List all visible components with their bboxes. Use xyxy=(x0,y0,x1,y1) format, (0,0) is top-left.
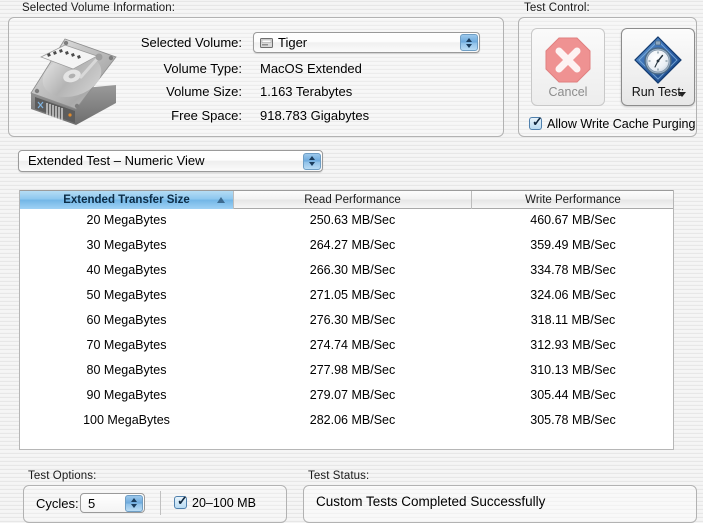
stop-octagon-x-icon xyxy=(545,37,591,86)
table-cell-size: 30 MegaBytes xyxy=(86,238,167,252)
transfer-range-checkbox[interactable]: ✓ 20–100 MB xyxy=(174,494,256,510)
table-row[interactable]: 90 MegaBytes 279.07 MB/Sec 305.44 MB/Sec xyxy=(20,384,673,409)
allow-write-cache-purging-label: Allow Write Cache Purging xyxy=(547,117,696,131)
view-mode-value: Extended Test – Numeric View xyxy=(28,153,205,168)
table-row[interactable]: 30 MegaBytes 264.27 MB/Sec 359.49 MB/Sec xyxy=(20,234,673,259)
selected-volume-value: Tiger xyxy=(278,35,308,50)
table-cell-size: 90 MegaBytes xyxy=(86,388,167,402)
table-row[interactable]: 80 MegaBytes 277.98 MB/Sec 310.13 MB/Sec xyxy=(20,359,673,384)
table-cell-write: 318.11 MB/Sec xyxy=(530,313,616,327)
volume-info-group-label: Selected Volume Information: xyxy=(22,2,176,14)
cycles-stepper-icon[interactable] xyxy=(125,494,143,512)
disk-drive-icon xyxy=(260,37,273,49)
run-test-button[interactable]: Run Test: xyxy=(621,28,695,106)
table-body: 20 MegaBytes 250.63 MB/Sec 460.67 MB/Sec 30… xyxy=(20,209,673,434)
table-cell-read: 276.30 MB/Sec xyxy=(309,313,396,327)
table-cell-size: 100 MegaBytes xyxy=(83,413,170,427)
cycles-value: 5 xyxy=(88,496,96,511)
column-header-read-performance-label: Read Performance xyxy=(304,194,401,206)
sort-ascending-icon xyxy=(217,197,225,203)
volume-size-value: 1.163 Terabytes xyxy=(260,84,353,99)
cycles-stepper[interactable]: 5 xyxy=(80,493,145,513)
selected-volume-stepper-icon[interactable] xyxy=(460,34,478,51)
table-cell-size: 40 MegaBytes xyxy=(86,263,167,277)
volume-type-label: Volume Type: xyxy=(163,61,242,76)
table-cell-read: 274.74 MB/Sec xyxy=(309,338,396,352)
column-header-read-performance[interactable]: Read Performance xyxy=(234,191,471,209)
table-cell-read: 271.05 MB/Sec xyxy=(309,288,396,302)
column-header-transfer-size-label: Extended Transfer Size xyxy=(63,194,190,206)
table-cell-write: 312.93 MB/Sec xyxy=(530,338,616,352)
table-cell-write: 305.44 MB/Sec xyxy=(530,388,616,402)
stopwatch-diamond-icon xyxy=(632,34,684,89)
column-header-write-performance[interactable]: Write Performance xyxy=(472,191,673,209)
table-cell-size: 60 MegaBytes xyxy=(86,313,167,327)
cancel-button[interactable]: Cancel xyxy=(531,28,605,106)
table-cell-write: 334.78 MB/Sec xyxy=(530,263,616,277)
cycles-label: Cycles: xyxy=(36,496,79,511)
column-header-write-performance-label: Write Performance xyxy=(525,194,621,206)
table-row[interactable]: 70 MegaBytes 274.74 MB/Sec 312.93 MB/Sec xyxy=(20,334,673,359)
table-cell-read: 277.98 MB/Sec xyxy=(309,363,396,377)
table-cell-write: 359.49 MB/Sec xyxy=(530,238,616,252)
free-space-value: 918.783 Gigabytes xyxy=(260,108,370,123)
table-row[interactable]: 40 MegaBytes 266.30 MB/Sec 334.78 MB/Sec xyxy=(20,259,673,284)
test-options-group-label: Test Options: xyxy=(28,470,97,482)
table-cell-write: 305.78 MB/Sec xyxy=(530,413,616,427)
test-status-group-label: Test Status: xyxy=(308,470,370,482)
allow-write-cache-purging-checkbox[interactable]: ✓ Allow Write Cache Purging xyxy=(529,115,696,131)
table-cell-write: 460.67 MB/Sec xyxy=(530,213,616,227)
table-cell-read: 266.30 MB/Sec xyxy=(309,263,396,277)
transfer-range-label: 20–100 MB xyxy=(192,496,256,510)
table-cell-write: 324.06 MB/Sec xyxy=(530,288,616,302)
table-row[interactable]: 100 MegaBytes 282.06 MB/Sec 305.78 MB/Sec xyxy=(20,409,673,434)
options-divider xyxy=(160,491,161,515)
hard-disk-icon xyxy=(21,27,121,131)
test-control-group-label: Test Control: xyxy=(524,2,590,14)
table-cell-size: 70 MegaBytes xyxy=(86,338,167,352)
cancel-button-label: Cancel xyxy=(548,85,588,99)
table-cell-size: 80 MegaBytes xyxy=(86,363,167,377)
selected-volume-label: Selected Volume: xyxy=(140,35,242,50)
table-cell-write: 310.13 MB/Sec xyxy=(530,363,616,377)
chevron-down-icon[interactable] xyxy=(678,92,686,97)
table-row[interactable]: 60 MegaBytes 276.30 MB/Sec 318.11 MB/Sec xyxy=(20,309,673,334)
results-table[interactable]: Extended Transfer Size Read Performance … xyxy=(19,190,674,450)
checkbox-icon: ✓ xyxy=(529,115,543,130)
view-mode-stepper-icon[interactable] xyxy=(303,152,321,170)
view-mode-popup[interactable]: Extended Test – Numeric View xyxy=(18,150,323,172)
table-header-row: Extended Transfer Size Read Performance … xyxy=(20,190,673,209)
table-cell-size: 20 MegaBytes xyxy=(86,213,167,227)
free-space-label: Free Space: xyxy=(171,108,242,123)
table-row[interactable]: 50 MegaBytes 271.05 MB/Sec 324.06 MB/Sec xyxy=(20,284,673,309)
selected-volume-popup[interactable]: Tiger xyxy=(253,32,480,53)
table-cell-read: 250.63 MB/Sec xyxy=(309,213,396,227)
table-cell-read: 282.06 MB/Sec xyxy=(309,413,396,427)
volume-size-label: Volume Size: xyxy=(166,84,242,99)
table-cell-size: 50 MegaBytes xyxy=(86,288,167,302)
volume-type-value: MacOS Extended xyxy=(260,61,362,76)
table-cell-read: 279.07 MB/Sec xyxy=(309,388,396,402)
test-status-message: Custom Tests Completed Successfully xyxy=(316,494,546,509)
table-cell-read: 264.27 MB/Sec xyxy=(309,238,396,252)
table-row[interactable]: 20 MegaBytes 250.63 MB/Sec 460.67 MB/Sec xyxy=(20,209,673,234)
checkbox-icon: ✓ xyxy=(174,494,188,509)
column-header-transfer-size[interactable]: Extended Transfer Size xyxy=(20,191,233,209)
